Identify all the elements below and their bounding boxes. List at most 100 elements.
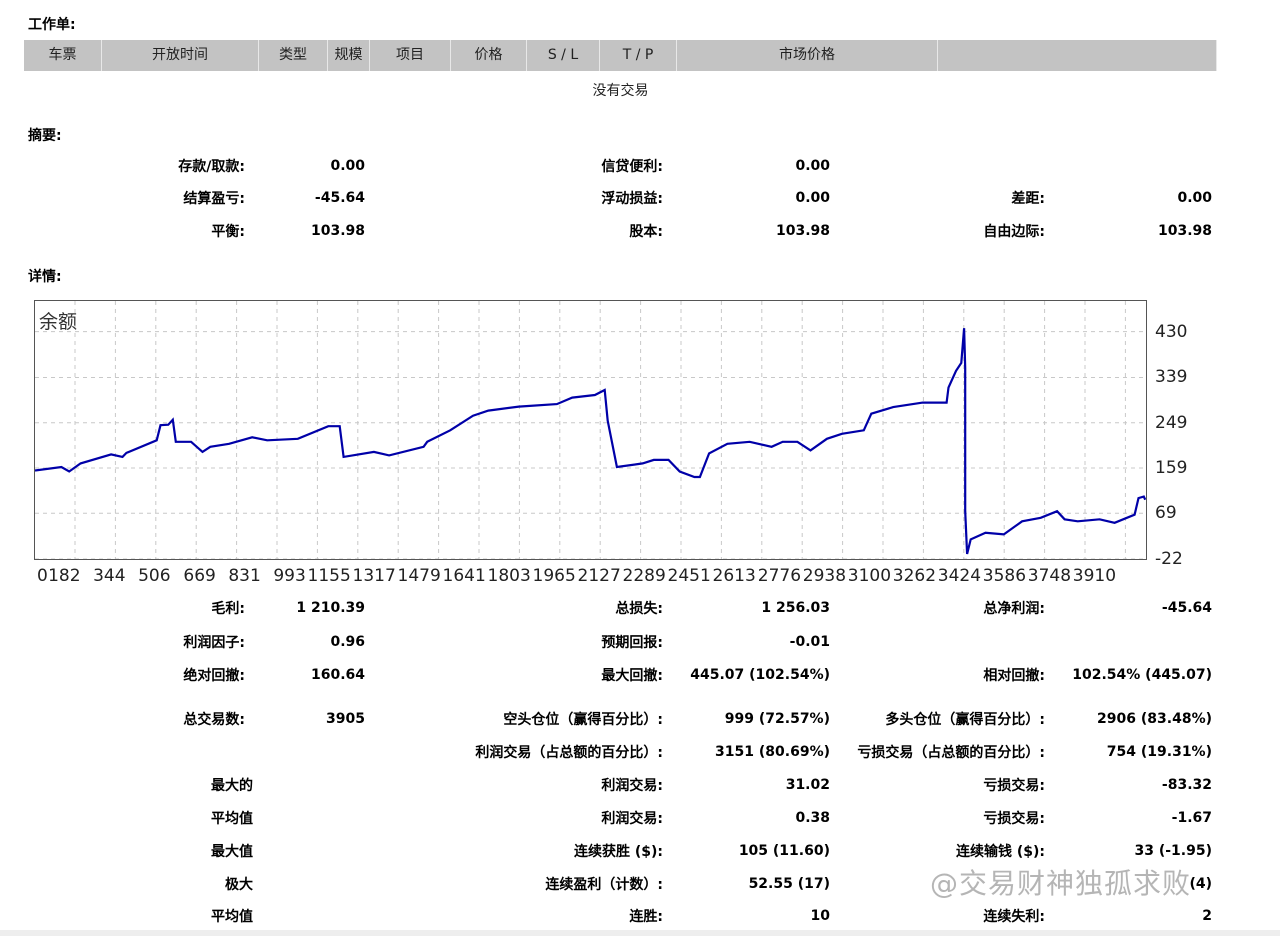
- stat-label: 绝对回撤:: [183, 668, 245, 684]
- stat-value: 103.98: [775, 223, 830, 239]
- x-tick-label: 2938: [802, 566, 847, 586]
- x-tick-label: 669: [183, 566, 216, 586]
- stat-value: -0.01: [789, 634, 830, 650]
- x-tick-label: 993: [273, 566, 306, 586]
- balance-chart-plot: [35, 301, 1146, 559]
- x-tick-label: 1965: [532, 566, 576, 586]
- x-tick-label: 831: [228, 566, 261, 586]
- y-tick-label: 249: [1155, 412, 1188, 433]
- stat-value: 0.00: [795, 158, 830, 174]
- stat-value: 33 (-1.95): [1134, 843, 1212, 859]
- x-tick-label: 1155: [307, 566, 351, 586]
- stat-label: 差距:: [1011, 191, 1045, 207]
- stat-label: 亏损交易（占总额的百分比）:: [857, 745, 1045, 761]
- stat-label: 毛利:: [211, 601, 245, 617]
- stat-label: 结算盈亏:: [183, 191, 245, 207]
- x-tick-label: 344: [93, 566, 126, 586]
- column-header: S / L: [527, 40, 600, 71]
- stat-value: 160.64: [310, 667, 365, 683]
- y-tick-label: 69: [1155, 503, 1177, 524]
- x-tick-label: 1641: [442, 566, 486, 586]
- stat-value: 10: [810, 908, 830, 924]
- stat-label: 预期回报:: [601, 635, 663, 651]
- stat-label: 平均值: [211, 909, 253, 925]
- stat-label: 亏损交易:: [983, 778, 1045, 794]
- x-tick-label: 1317: [352, 566, 396, 586]
- stat-value: 445.07 (102.54%): [690, 667, 830, 683]
- stat-label: 股本:: [629, 224, 663, 240]
- no-trades-text: 没有交易: [592, 83, 649, 99]
- x-tick-label: 3586: [982, 566, 1027, 586]
- x-tick-label: 1803: [487, 566, 531, 586]
- stat-label: 信贷便利:: [601, 159, 663, 175]
- stat-value: 0.00: [795, 190, 830, 206]
- column-header: [938, 40, 1217, 71]
- balance-line: [35, 328, 1146, 555]
- stat-label: 亏损交易:: [983, 811, 1045, 827]
- stat-value: 105 (11.60): [738, 843, 830, 859]
- summary-title: 摘要:: [28, 128, 62, 144]
- x-tick-label: 3748: [1027, 566, 1072, 586]
- stat-value: 1 210.39: [296, 600, 365, 616]
- stat-label: 平均值: [211, 811, 253, 827]
- x-tick-label: 3100: [847, 566, 892, 586]
- stat-label: 连续盈利（计数）:: [545, 877, 663, 893]
- x-tick-label: 1479: [397, 566, 441, 586]
- stat-label: 连胜:: [629, 909, 663, 925]
- orders-table-header: 车票 开放时间 类型 规模 项目 价格 S / LT / P 市场价格: [24, 40, 1217, 71]
- column-header: 项目: [370, 40, 451, 71]
- stat-value: 0.96: [330, 634, 365, 650]
- stat-value: -45.64: [314, 190, 365, 206]
- stat-label: 相对回撤:: [983, 668, 1045, 684]
- x-tick-label: 2776: [757, 566, 802, 586]
- y-tick-label: 430: [1155, 321, 1188, 342]
- watermark: @交易财神独孤求败: [930, 867, 1192, 900]
- stat-label: 浮动损益:: [601, 191, 663, 207]
- x-tick-label: 2451: [667, 566, 711, 586]
- orders-title: 工作单:: [28, 17, 76, 33]
- stat-label: 利润因子:: [183, 635, 245, 651]
- column-header: 规模: [328, 40, 370, 71]
- stat-label: 多头仓位（赢得百分比）:: [885, 712, 1045, 728]
- x-tick-label: 0: [37, 566, 48, 586]
- stat-value: 0.00: [330, 158, 365, 174]
- stat-label: 最大的: [211, 778, 253, 794]
- stat-value: 103.98: [310, 223, 365, 239]
- stat-value: 999 (72.57%): [724, 711, 830, 727]
- x-tick-label: 2613: [712, 566, 756, 586]
- stat-label: 存款/取款:: [178, 159, 245, 175]
- stat-label: 空头仓位（赢得百分比）:: [503, 712, 663, 728]
- x-tick-label: 3424: [937, 566, 982, 586]
- y-tick-label: 159: [1155, 457, 1188, 478]
- x-tick-label: 182: [48, 566, 81, 586]
- stat-label: 最大回撤:: [601, 668, 663, 684]
- stat-value: (4): [1189, 876, 1212, 892]
- stat-value: 1 256.03: [761, 600, 830, 616]
- stat-label: 利润交易:: [601, 811, 663, 827]
- stat-value: 3151 (80.69%): [715, 744, 830, 760]
- stat-label: 总损失:: [615, 601, 663, 617]
- stat-label: 连续获胜 ($):: [573, 844, 663, 860]
- column-header: 开放时间: [102, 40, 259, 71]
- stat-label: 极大: [225, 877, 253, 893]
- x-tick-label: 3262: [892, 566, 937, 586]
- stat-value: 3905: [326, 711, 365, 727]
- x-tick-label: 506: [138, 566, 171, 586]
- column-header: 车票: [24, 40, 102, 71]
- stat-value: 103.98: [1157, 223, 1212, 239]
- stat-value: -83.32: [1161, 777, 1212, 793]
- stat-value: 0.00: [1177, 190, 1212, 206]
- stat-label: 利润交易:: [601, 778, 663, 794]
- stat-label: 总交易数:: [183, 712, 245, 728]
- column-header: 价格: [451, 40, 527, 71]
- details-title: 详情:: [28, 269, 62, 285]
- stat-value: 102.54% (445.07): [1072, 667, 1212, 683]
- stat-value: -45.64: [1161, 600, 1212, 616]
- stat-value: 52.55 (17): [748, 876, 830, 892]
- column-header: 类型: [259, 40, 328, 71]
- bottom-divider: [0, 930, 1280, 936]
- stat-label: 连续输钱 ($):: [955, 844, 1045, 860]
- column-header: T / P: [600, 40, 677, 71]
- stat-label: 利润交易（占总额的百分比）:: [475, 745, 663, 761]
- stat-value: 2906 (83.48%): [1097, 711, 1212, 727]
